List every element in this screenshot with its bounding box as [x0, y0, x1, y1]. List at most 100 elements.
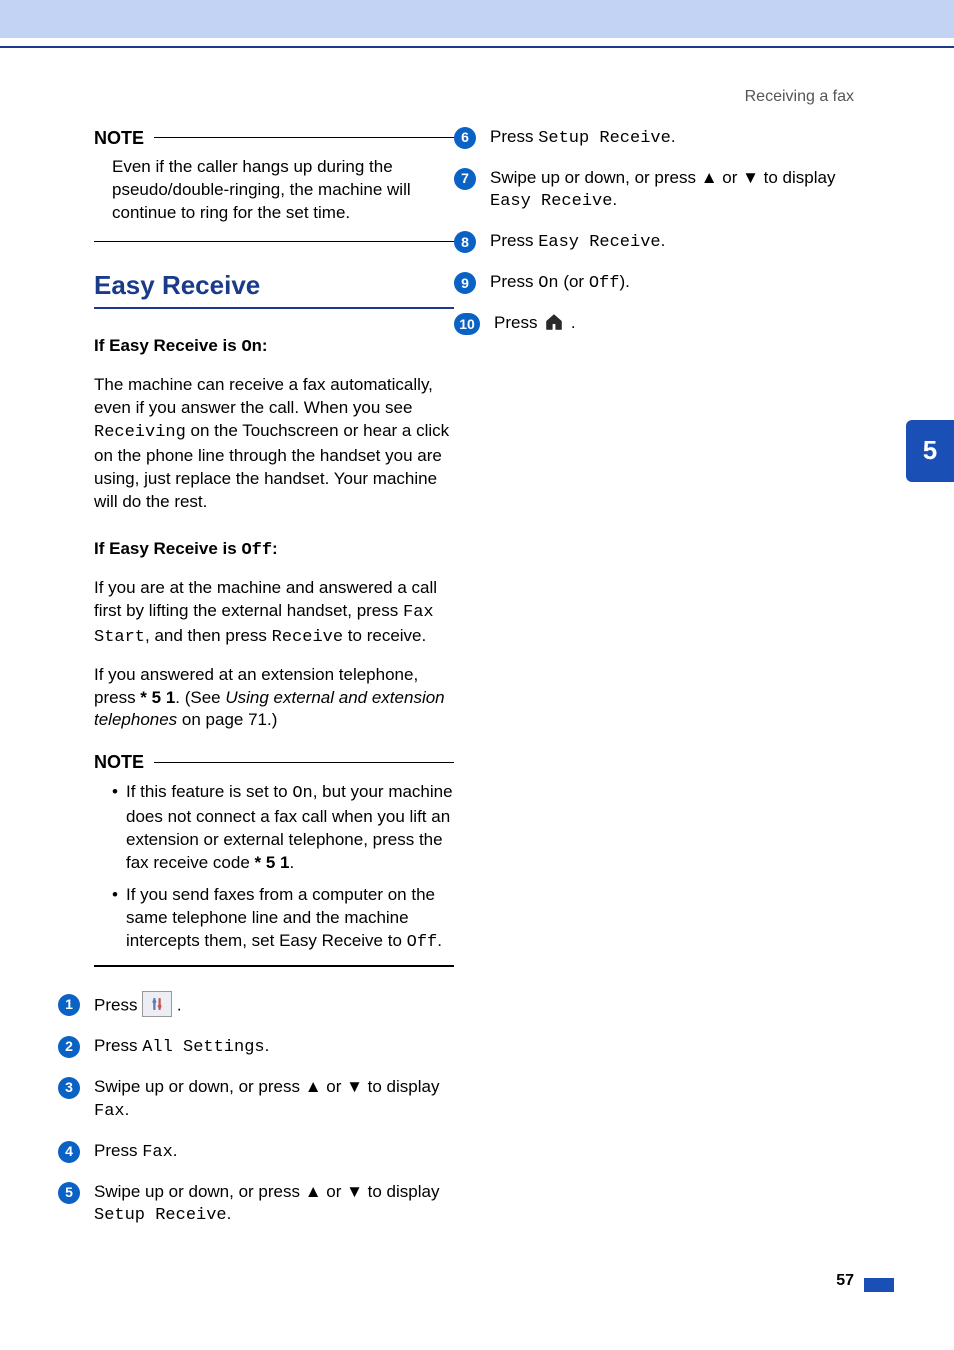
note-label: NOTE [94, 750, 144, 774]
step-text: Swipe up or down, or press ▲ or ▼ to dis… [94, 1181, 454, 1229]
step-5: 5 Swipe up or down, or press ▲ or ▼ to d… [58, 1181, 454, 1229]
step-number: 5 [58, 1182, 80, 1204]
mono-text: Receiving [94, 423, 186, 442]
subhead-mono: Off [241, 541, 272, 560]
page-mark [864, 1278, 894, 1292]
text: Press [490, 127, 538, 146]
note-rule [154, 762, 454, 764]
content: NOTE Even if the caller hangs up during … [0, 108, 954, 1245]
text: If you send faxes from a computer on the… [126, 885, 435, 950]
note-label: NOTE [94, 126, 144, 150]
step-text: Press Easy Receive. [490, 230, 850, 255]
step-number: 10 [454, 313, 480, 335]
mono-text: Off [589, 274, 620, 293]
mono-text: Off [407, 933, 438, 952]
mono-text: Receive [272, 628, 343, 647]
note-bullets: If this feature is set to On, but your m… [94, 781, 454, 956]
para-on-body: The machine can receive a fax automatica… [94, 374, 454, 514]
bold-text: * 5 1 [140, 688, 175, 707]
note-body: Even if the caller hangs up during the p… [94, 156, 454, 233]
step-text: Press . [494, 312, 850, 335]
note-end-rule [94, 965, 454, 967]
text: Swipe up or down, or press ▲ or ▼ to dis… [94, 1182, 439, 1201]
text: . [437, 931, 442, 950]
text: . [571, 313, 576, 332]
text: Press [94, 995, 142, 1014]
subhead-on: If Easy Receive is On: [94, 335, 454, 360]
step-number: 8 [454, 231, 476, 253]
step-3: 3 Swipe up or down, or press ▲ or ▼ to d… [58, 1076, 454, 1124]
text: If this feature is set to [126, 782, 292, 801]
page-number: 57 [836, 1270, 854, 1292]
step-number: 9 [454, 272, 476, 294]
step-text: Press . [94, 993, 454, 1019]
text: Swipe up or down, or press ▲ or ▼ to dis… [94, 1077, 439, 1096]
text: Press [94, 1141, 142, 1160]
note-block-2: NOTE If this feature is set to On, but y… [94, 750, 454, 966]
header-bar [0, 0, 954, 38]
home-icon[interactable] [542, 311, 566, 333]
note-block-1: NOTE Even if the caller hangs up during … [94, 126, 454, 243]
step-6: 6 Press Setup Receive. [454, 126, 850, 151]
text: on page 71.) [177, 710, 277, 729]
note-bullet: If you send faxes from a computer on the… [112, 884, 454, 955]
mono-text: Setup Receive [94, 1206, 227, 1225]
mono-text: Easy Receive [538, 233, 660, 252]
subhead-suffix: : [272, 539, 278, 558]
step-text: Swipe up or down, or press ▲ or ▼ to dis… [490, 167, 850, 215]
mono-text: Fax [142, 1143, 173, 1162]
text: , and then press [145, 626, 272, 645]
text: If you are at the machine and answered a… [94, 578, 437, 620]
step-number: 4 [58, 1141, 80, 1163]
text: Press [94, 1036, 142, 1055]
text: to receive. [343, 626, 426, 645]
text: The machine can receive a fax automatica… [94, 375, 433, 417]
subhead-prefix: If Easy Receive is [94, 336, 241, 355]
text: . (See [175, 688, 225, 707]
text: (or [559, 272, 589, 291]
note-rule [154, 137, 454, 139]
step-1: 1 Press . [58, 993, 454, 1019]
step-number: 6 [454, 127, 476, 149]
step-8: 8 Press Easy Receive. [454, 230, 850, 255]
right-column: 6 Press Setup Receive. 7 Swipe up or dow… [490, 126, 850, 1245]
para-off-1: If you are at the machine and answered a… [94, 577, 454, 650]
step-text: Press Fax. [94, 1140, 454, 1165]
mono-text: Setup Receive [538, 129, 671, 148]
mono-text: Easy Receive [490, 192, 612, 211]
subhead-mono: On [241, 338, 261, 357]
left-column: NOTE Even if the caller hangs up during … [94, 126, 454, 1245]
subhead-suffix: : [262, 336, 268, 355]
subhead-prefix: If Easy Receive is [94, 539, 241, 558]
step-number: 3 [58, 1077, 80, 1099]
text: Swipe up or down, or press ▲ or ▼ to dis… [490, 168, 835, 187]
step-text: Press Setup Receive. [490, 126, 850, 151]
text: Press [490, 231, 538, 250]
step-text: Press On (or Off). [490, 271, 850, 296]
bold-text: * 5 1 [255, 853, 290, 872]
section-title: Easy Receive [94, 268, 454, 303]
step-7: 7 Swipe up or down, or press ▲ or ▼ to d… [454, 167, 850, 215]
step-number: 1 [58, 994, 80, 1016]
text: . [612, 190, 617, 209]
mono-text: On [538, 274, 558, 293]
note-end-rule [94, 241, 454, 243]
text: Press [494, 313, 542, 332]
breadcrumb: Receiving a fax [0, 48, 954, 108]
mono-text: Fax [94, 1102, 125, 1121]
step-9: 9 Press On (or Off). [454, 271, 850, 296]
step-number: 2 [58, 1036, 80, 1058]
text: . [173, 1141, 178, 1160]
step-number: 7 [454, 168, 476, 190]
subhead-off: If Easy Receive is Off: [94, 538, 454, 563]
text: ). [619, 272, 629, 291]
note-bullet: If this feature is set to On, but your m… [112, 781, 454, 875]
mono-text: All Settings [142, 1038, 264, 1057]
text: . [290, 853, 295, 872]
step-4: 4 Press Fax. [58, 1140, 454, 1165]
settings-icon[interactable] [142, 991, 172, 1017]
text: . [661, 231, 666, 250]
step-text: Press All Settings. [94, 1035, 454, 1060]
text: . [177, 995, 182, 1014]
step-text: Swipe up or down, or press ▲ or ▼ to dis… [94, 1076, 454, 1124]
